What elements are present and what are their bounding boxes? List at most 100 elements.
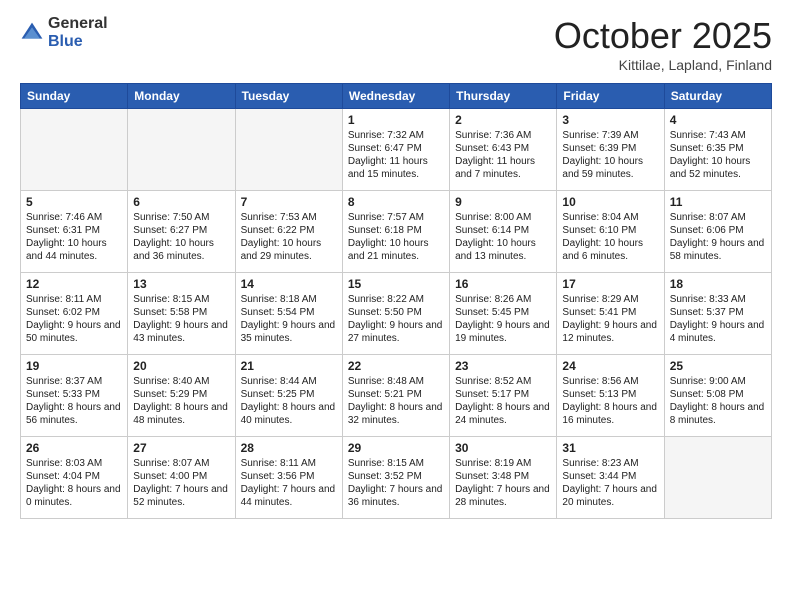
- calendar-cell: 19Sunrise: 8:37 AM Sunset: 5:33 PM Dayli…: [21, 355, 128, 437]
- logo-icon: [20, 21, 44, 45]
- day-number: 2: [455, 113, 551, 127]
- day-number: 18: [670, 277, 766, 291]
- calendar-table: SundayMondayTuesdayWednesdayThursdayFrid…: [20, 83, 772, 519]
- calendar-cell: 10 Sunrise: 8:04 AM Sunset: 6:10 PM Dayli…: [557, 191, 664, 273]
- cell-text: Sunrise: 7:53 AM Sunset: 6:22 PM Dayligh…: [241, 211, 337, 263]
- cell-text: Sunrise: 7:43 AM Sunset: 6:35 PM Dayligh…: [670, 129, 766, 181]
- day-number: 4: [670, 113, 766, 127]
- month-title: October 2025: [554, 15, 772, 57]
- calendar-cell: 20 Sunrise: 8:40 AM Sunset: 5:29 PM Dayli…: [128, 355, 235, 437]
- logo-general: General: [48, 15, 108, 33]
- calendar-cell: 9 Sunrise: 8:00 AM Sunset: 6:14 PM Daylig…: [450, 191, 557, 273]
- calendar-week-row: 5Sunrise: 7:46 AM Sunset: 6:31 PM Daylig…: [21, 191, 772, 273]
- cell-text: Sunrise: 7:36 AM Sunset: 6:43 PM Dayligh…: [455, 129, 551, 181]
- calendar-cell: 21 Sunrise: 8:44 AM Sunset: 5:25 PM Dayli…: [235, 355, 342, 437]
- calendar-cell: 30 Sunrise: 8:19 AM Sunset: 3:48 PM Dayli…: [450, 437, 557, 519]
- calendar-cell: 14Sunrise: 8:18 AM Sunset: 5:54 PM Dayli…: [235, 273, 342, 355]
- day-number: 10: [562, 195, 658, 209]
- day-number: 29: [348, 441, 444, 455]
- cell-text: Sunrise: 8:00 AM Sunset: 6:14 PM Dayligh…: [455, 211, 551, 263]
- calendar-cell: 26Sunrise: 8:03 AM Sunset: 4:04 PM Dayli…: [21, 437, 128, 519]
- calendar-cell: 12 Sunrise: 8:11 AM Sunset: 6:02 PM Dayli…: [21, 273, 128, 355]
- day-number: 3: [562, 113, 658, 127]
- calendar-week-row: 19Sunrise: 8:37 AM Sunset: 5:33 PM Dayli…: [21, 355, 772, 437]
- cell-text: Sunrise: 8:15 AM Sunset: 5:58 PM Dayligh…: [133, 293, 229, 345]
- day-number: 8: [348, 195, 444, 209]
- cell-text: Sunrise: 8:11 AM Sunset: 6:02 PM Dayligh…: [26, 293, 122, 345]
- calendar-cell: [21, 109, 128, 191]
- calendar-cell: [235, 109, 342, 191]
- calendar-cell: 22 Sunrise: 8:48 AM Sunset: 5:21 PM Dayli…: [342, 355, 449, 437]
- calendar-week-row: 1 Sunrise: 7:32 AM Sunset: 6:47 PM Daylig…: [21, 109, 772, 191]
- day-number: 16: [455, 277, 551, 291]
- calendar-day-header: Sunday: [21, 84, 128, 109]
- cell-text: Sunrise: 7:32 AM Sunset: 6:47 PM Dayligh…: [348, 129, 444, 181]
- cell-text: Sunrise: 8:26 AM Sunset: 5:45 PM Dayligh…: [455, 293, 551, 345]
- day-number: 13: [133, 277, 229, 291]
- day-number: 5: [26, 195, 122, 209]
- cell-text: Sunrise: 8:18 AM Sunset: 5:54 PM Dayligh…: [241, 293, 337, 345]
- cell-text: Sunrise: 7:39 AM Sunset: 6:39 PM Dayligh…: [562, 129, 658, 181]
- cell-text: Sunrise: 8:23 AM Sunset: 3:44 PM Dayligh…: [562, 457, 658, 509]
- calendar-cell: 31 Sunrise: 8:23 AM Sunset: 3:44 PM Dayli…: [557, 437, 664, 519]
- calendar-cell: 7 Sunrise: 7:53 AM Sunset: 6:22 PM Daylig…: [235, 191, 342, 273]
- cell-text: Sunrise: 8:22 AM Sunset: 5:50 PM Dayligh…: [348, 293, 444, 345]
- cell-text: Sunrise: 8:33 AM Sunset: 5:37 PM Dayligh…: [670, 293, 766, 345]
- title-block: October 2025 Kittilae, Lapland, Finland: [554, 15, 772, 73]
- day-number: 17: [562, 277, 658, 291]
- day-number: 31: [562, 441, 658, 455]
- location: Kittilae, Lapland, Finland: [554, 57, 772, 73]
- day-number: 30: [455, 441, 551, 455]
- day-number: 9: [455, 195, 551, 209]
- cell-text: Sunrise: 7:50 AM Sunset: 6:27 PM Dayligh…: [133, 211, 229, 263]
- calendar-cell: [664, 437, 771, 519]
- calendar-cell: 24Sunrise: 8:56 AM Sunset: 5:13 PM Dayli…: [557, 355, 664, 437]
- cell-text: Sunrise: 8:48 AM Sunset: 5:21 PM Dayligh…: [348, 375, 444, 427]
- cell-text: Sunrise: 8:11 AM Sunset: 3:56 PM Dayligh…: [241, 457, 337, 509]
- calendar-day-header: Thursday: [450, 84, 557, 109]
- calendar-day-header: Friday: [557, 84, 664, 109]
- header: General Blue October 2025 Kittilae, Lapl…: [20, 15, 772, 73]
- day-number: 11: [670, 195, 766, 209]
- calendar-cell: 18 Sunrise: 8:33 AM Sunset: 5:37 PM Dayli…: [664, 273, 771, 355]
- calendar-day-header: Monday: [128, 84, 235, 109]
- calendar-cell: 1 Sunrise: 7:32 AM Sunset: 6:47 PM Daylig…: [342, 109, 449, 191]
- cell-text: Sunrise: 8:19 AM Sunset: 3:48 PM Dayligh…: [455, 457, 551, 509]
- calendar-cell: 5Sunrise: 7:46 AM Sunset: 6:31 PM Daylig…: [21, 191, 128, 273]
- calendar-week-row: 26Sunrise: 8:03 AM Sunset: 4:04 PM Dayli…: [21, 437, 772, 519]
- cell-text: Sunrise: 8:40 AM Sunset: 5:29 PM Dayligh…: [133, 375, 229, 427]
- cell-text: Sunrise: 8:44 AM Sunset: 5:25 PM Dayligh…: [241, 375, 337, 427]
- calendar-day-header: Tuesday: [235, 84, 342, 109]
- day-number: 21: [241, 359, 337, 373]
- cell-text: Sunrise: 8:37 AM Sunset: 5:33 PM Dayligh…: [26, 375, 122, 427]
- page: General Blue October 2025 Kittilae, Lapl…: [0, 0, 792, 612]
- calendar-cell: 29Sunrise: 8:15 AM Sunset: 3:52 PM Dayli…: [342, 437, 449, 519]
- calendar-header-row: SundayMondayTuesdayWednesdayThursdayFrid…: [21, 84, 772, 109]
- logo-text: General Blue: [48, 15, 108, 50]
- calendar-cell: 15Sunrise: 8:22 AM Sunset: 5:50 PM Dayli…: [342, 273, 449, 355]
- cell-text: Sunrise: 9:00 AM Sunset: 5:08 PM Dayligh…: [670, 375, 766, 427]
- calendar-cell: [128, 109, 235, 191]
- calendar-cell: 28Sunrise: 8:11 AM Sunset: 3:56 PM Dayli…: [235, 437, 342, 519]
- calendar-cell: 16 Sunrise: 8:26 AM Sunset: 5:45 PM Dayli…: [450, 273, 557, 355]
- day-number: 1: [348, 113, 444, 127]
- day-number: 20: [133, 359, 229, 373]
- cell-text: Sunrise: 8:52 AM Sunset: 5:17 PM Dayligh…: [455, 375, 551, 427]
- calendar-cell: 4 Sunrise: 7:43 AM Sunset: 6:35 PM Daylig…: [664, 109, 771, 191]
- cell-text: Sunrise: 8:04 AM Sunset: 6:10 PM Dayligh…: [562, 211, 658, 263]
- calendar-cell: 23 Sunrise: 8:52 AM Sunset: 5:17 PM Dayli…: [450, 355, 557, 437]
- day-number: 12: [26, 277, 122, 291]
- cell-text: Sunrise: 8:07 AM Sunset: 6:06 PM Dayligh…: [670, 211, 766, 263]
- day-number: 23: [455, 359, 551, 373]
- calendar-day-header: Saturday: [664, 84, 771, 109]
- calendar-cell: 13 Sunrise: 8:15 AM Sunset: 5:58 PM Dayli…: [128, 273, 235, 355]
- calendar-cell: 6Sunrise: 7:50 AM Sunset: 6:27 PM Daylig…: [128, 191, 235, 273]
- cell-text: Sunrise: 8:56 AM Sunset: 5:13 PM Dayligh…: [562, 375, 658, 427]
- calendar-cell: 8Sunrise: 7:57 AM Sunset: 6:18 PM Daylig…: [342, 191, 449, 273]
- calendar-day-header: Wednesday: [342, 84, 449, 109]
- day-number: 7: [241, 195, 337, 209]
- day-number: 25: [670, 359, 766, 373]
- day-number: 22: [348, 359, 444, 373]
- calendar-cell: 17Sunrise: 8:29 AM Sunset: 5:41 PM Dayli…: [557, 273, 664, 355]
- cell-text: Sunrise: 8:07 AM Sunset: 4:00 PM Dayligh…: [133, 457, 229, 509]
